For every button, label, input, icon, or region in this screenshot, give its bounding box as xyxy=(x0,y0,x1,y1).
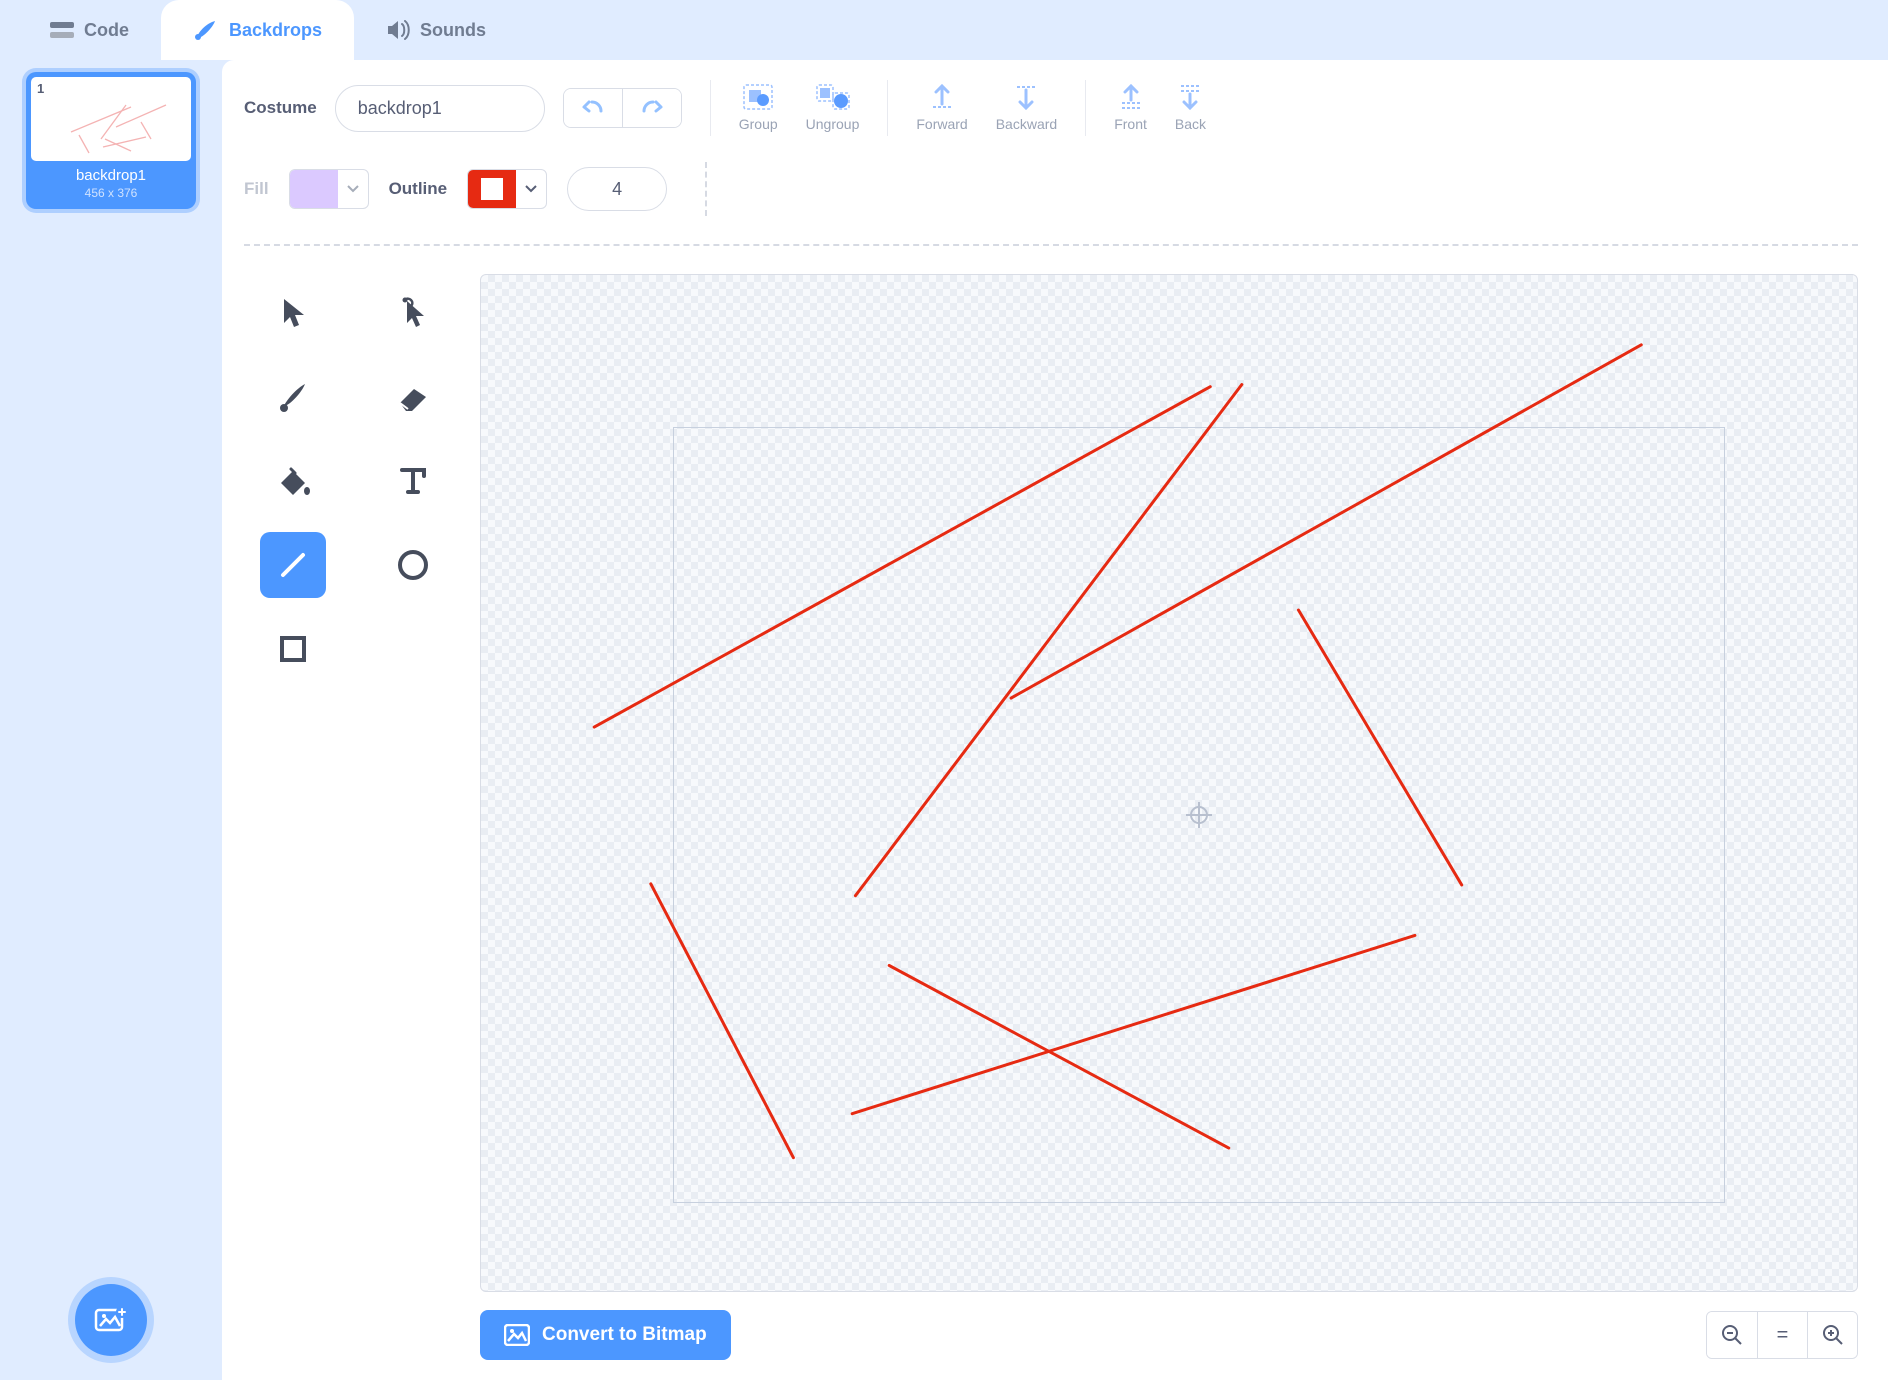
stroke-width-input[interactable] xyxy=(567,167,667,211)
chevron-down-icon xyxy=(338,170,368,208)
action-label: Ungroup xyxy=(806,116,860,132)
front-back-actions: Front Back xyxy=(1114,84,1206,132)
group-actions: Group Ungroup xyxy=(739,84,860,132)
thumbnail-dimensions: 456 x 376 xyxy=(31,186,191,200)
fill-tool[interactable] xyxy=(260,448,326,514)
layer-actions: Forward Backward xyxy=(916,84,1057,132)
redo-button[interactable] xyxy=(622,89,681,127)
select-tool[interactable] xyxy=(260,280,326,346)
brush-icon xyxy=(193,19,219,41)
costume-label: Costume xyxy=(244,98,317,118)
canvas[interactable] xyxy=(480,274,1858,1292)
tab-label: Sounds xyxy=(420,20,486,41)
fill-label: Fill xyxy=(244,179,269,199)
costume-name-input[interactable] xyxy=(335,85,545,132)
code-icon xyxy=(50,20,74,40)
back-button[interactable]: Back xyxy=(1175,84,1206,132)
thumbnail-meta: backdrop1 456 x 376 xyxy=(31,161,191,204)
ungroup-button[interactable]: Ungroup xyxy=(806,84,860,132)
crosshair-icon xyxy=(1186,802,1212,828)
outline-color-picker[interactable] xyxy=(467,169,547,209)
tab-code[interactable]: Code xyxy=(18,0,161,60)
canvas-footer: Convert to Bitmap = xyxy=(480,1310,1858,1360)
tab-label: Backdrops xyxy=(229,20,322,41)
work-area: Convert to Bitmap = xyxy=(244,274,1858,1360)
tool-palette xyxy=(244,274,450,1360)
undo-button[interactable] xyxy=(564,89,622,127)
separator xyxy=(1085,80,1086,136)
action-label: Group xyxy=(739,116,778,132)
zoom-out-button[interactable] xyxy=(1707,1312,1757,1358)
separator xyxy=(887,80,888,136)
eraser-tool[interactable] xyxy=(380,364,446,430)
forward-button[interactable]: Forward xyxy=(916,84,967,132)
separator xyxy=(705,162,707,216)
rectangle-tool[interactable] xyxy=(260,616,326,682)
divider xyxy=(244,244,1858,246)
action-label: Back xyxy=(1175,116,1206,132)
editor-tabs: Code Backdrops Sounds xyxy=(0,0,1888,60)
zoom-reset-button[interactable]: = xyxy=(1757,1312,1807,1358)
circle-tool[interactable] xyxy=(380,532,446,598)
chevron-down-icon xyxy=(516,170,546,208)
tab-sounds[interactable]: Sounds xyxy=(354,0,518,60)
backdrop-thumbnail[interactable]: 1 backdrop1 456 x 376 xyxy=(26,72,196,209)
fill-color-picker[interactable] xyxy=(289,169,369,209)
button-label: Convert to Bitmap xyxy=(542,1324,707,1346)
outline-label: Outline xyxy=(389,179,448,199)
text-tool[interactable] xyxy=(380,448,446,514)
action-label: Backward xyxy=(996,116,1057,132)
tab-label: Code xyxy=(84,20,129,41)
fill-swatch xyxy=(290,170,338,208)
thumbnail-name: backdrop1 xyxy=(31,167,191,184)
convert-to-bitmap-button[interactable]: Convert to Bitmap xyxy=(480,1310,731,1360)
zoom-in-button[interactable] xyxy=(1807,1312,1857,1358)
sound-icon xyxy=(386,20,410,40)
undo-redo-group xyxy=(563,88,682,128)
main-area: 1 backdrop1 456 x 376 C xyxy=(0,60,1888,1380)
line-tool[interactable] xyxy=(260,532,326,598)
separator xyxy=(710,80,711,136)
action-label: Front xyxy=(1114,116,1147,132)
canvas-column: Convert to Bitmap = xyxy=(480,274,1858,1360)
drawing-layer xyxy=(481,275,1857,1291)
outline-swatch xyxy=(468,170,516,208)
backward-button[interactable]: Backward xyxy=(996,84,1057,132)
group-button[interactable]: Group xyxy=(739,84,778,132)
backdrop-sidebar: 1 backdrop1 456 x 376 xyxy=(0,60,222,1380)
costume-header-row: Costume Group Ungroup xyxy=(244,80,1858,136)
style-row: Fill Outline xyxy=(244,162,1858,216)
reshape-tool[interactable] xyxy=(380,280,446,346)
image-icon xyxy=(504,1324,530,1346)
add-backdrop-button[interactable] xyxy=(75,1284,147,1356)
action-label: Forward xyxy=(916,116,967,132)
front-button[interactable]: Front xyxy=(1114,84,1147,132)
zoom-controls: = xyxy=(1706,1311,1858,1359)
paint-editor: Costume Group Ungroup xyxy=(222,60,1888,1380)
brush-tool[interactable] xyxy=(260,364,326,430)
thumbnail-preview: 1 xyxy=(31,77,191,161)
tab-backdrops[interactable]: Backdrops xyxy=(161,0,354,60)
